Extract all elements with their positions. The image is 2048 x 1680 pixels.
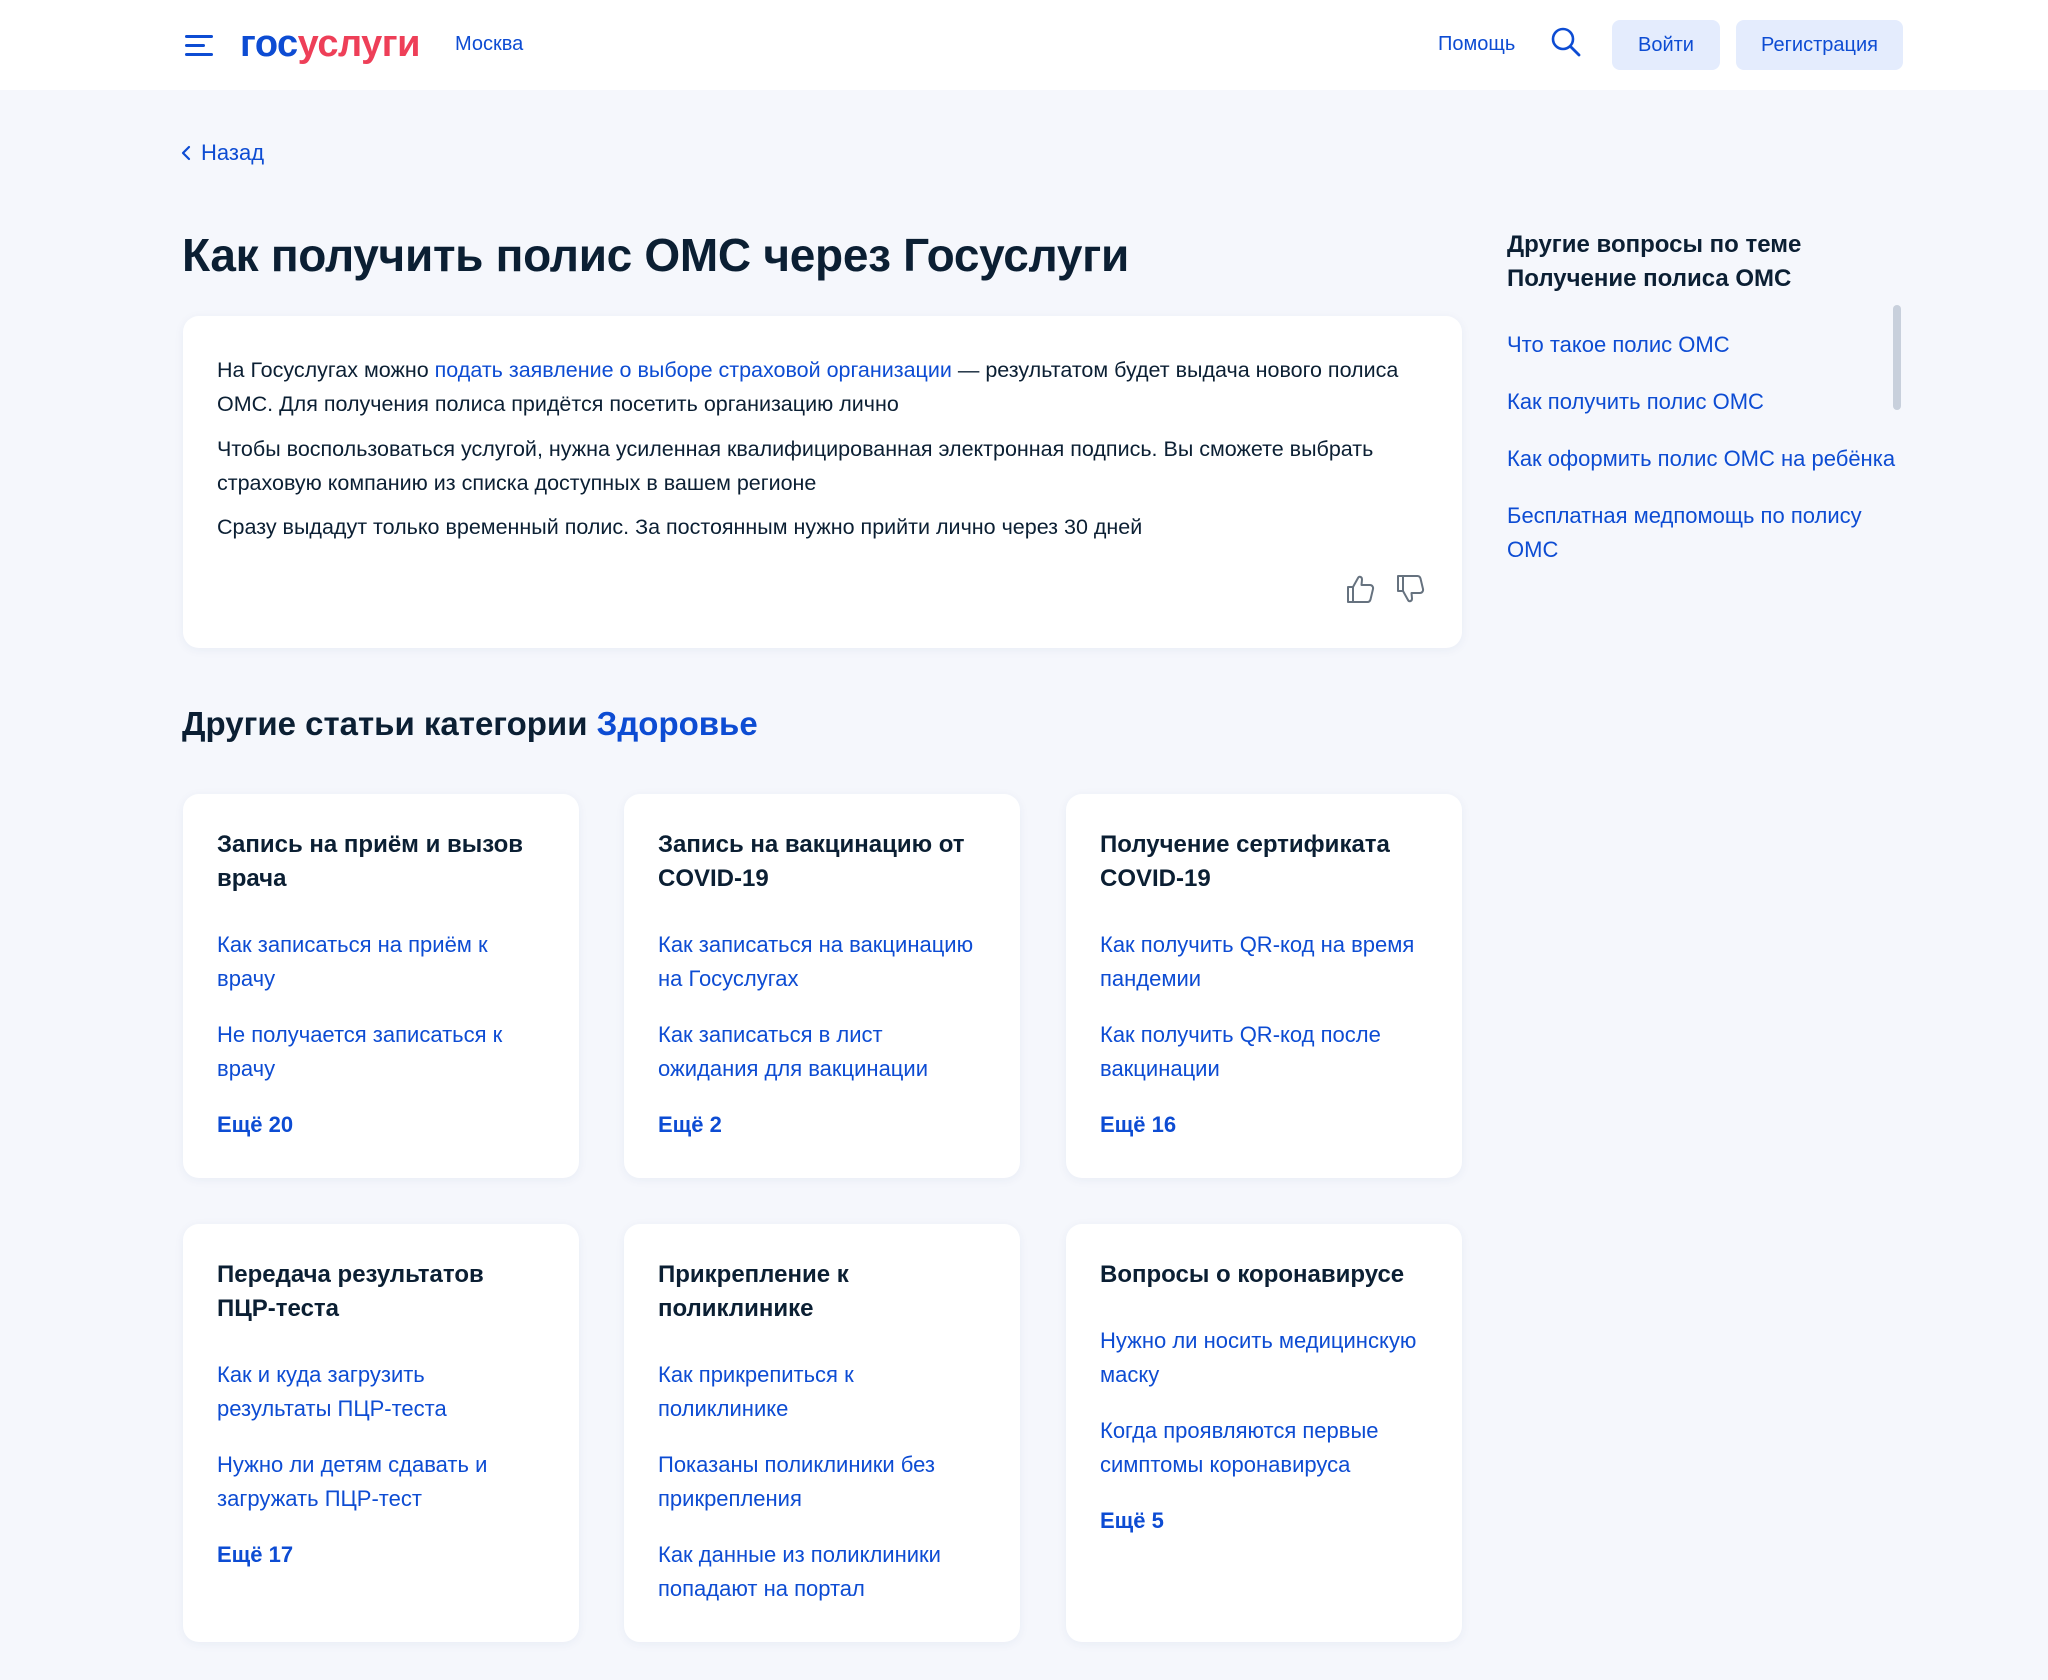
gosuslugi-logo[interactable]: госуслуги — [240, 20, 420, 68]
article-paragraph-3: Сразу выдадут только временный полис. За… — [217, 515, 1143, 539]
card-link[interactable]: Как получить QR-код после вакцинации — [1100, 1018, 1428, 1086]
sidebar-links: Что такое полис ОМС Как получить полис О… — [1507, 328, 1897, 590]
site-header: госуслуги Москва Помощь Войти Регистраци… — [0, 0, 2048, 90]
sidebar-link[interactable]: Как оформить полис ОМС на ребёнка — [1507, 442, 1897, 476]
category-card: Запись на вакцинацию от COVID-19 Как зап… — [624, 794, 1020, 1178]
card-link[interactable]: Как записаться в лист ожидания для вакци… — [658, 1018, 986, 1086]
chevron-left-icon — [181, 145, 191, 161]
card-more-link[interactable]: Ещё 20 — [217, 1108, 545, 1142]
card-title: Запись на вакцинацию от COVID-19 — [658, 831, 965, 892]
section-title: Другие статьи категории Здоровье — [182, 705, 758, 743]
card-link[interactable]: Не получается записаться к врачу — [217, 1018, 545, 1086]
card-title: Вопросы о коронавирусе — [1100, 1261, 1405, 1288]
back-link[interactable]: Назад — [181, 140, 264, 166]
category-card: Передача результатов ПЦР-теста Как и куд… — [183, 1224, 579, 1642]
back-link-label: Назад — [201, 140, 265, 165]
insurance-application-link[interactable]: подать заявление о выборе страховой орга… — [435, 358, 952, 382]
menu-icon[interactable] — [185, 33, 215, 57]
card-more-link[interactable]: Ещё 17 — [217, 1538, 545, 1572]
card-link[interactable]: Когда проявляются первые симптомы корона… — [1100, 1414, 1428, 1482]
card-more-link[interactable]: Ещё 5 — [1100, 1504, 1428, 1538]
card-link[interactable]: Нужно ли детям сдавать и загружать ПЦР-т… — [217, 1448, 545, 1516]
card-link[interactable]: Показаны поликлиники без прикрепления — [658, 1448, 986, 1516]
logo-part-gos: гос — [240, 23, 298, 65]
article-card: На Госуслугах можно подать заявление о в… — [183, 316, 1462, 648]
card-more-link[interactable]: Ещё 2 — [658, 1108, 986, 1142]
sidebar-link[interactable]: Что такое полис ОМС — [1507, 328, 1897, 362]
register-button[interactable]: Регистрация — [1736, 20, 1903, 70]
article-paragraph-2: Чтобы воспользоваться услугой, нужна уси… — [217, 437, 1374, 495]
card-link[interactable]: Как данные из поликлиники попадают на по… — [658, 1538, 986, 1606]
card-link[interactable]: Как получить QR-код на время пандемии — [1100, 928, 1428, 996]
sidebar-title: Другие вопросы по теме Получение полиса … — [1507, 231, 1802, 292]
card-link[interactable]: Как записаться на вакцинацию на Госуслуг… — [658, 928, 986, 996]
search-icon[interactable] — [1550, 26, 1582, 58]
card-title: Прикрепление к поликлинике — [658, 1261, 849, 1322]
sidebar-scrollbar[interactable] — [1893, 305, 1901, 410]
category-card: Вопросы о коронавирусе Нужно ли носить м… — [1066, 1224, 1462, 1642]
card-title: Запись на приём и вызов врача — [217, 831, 524, 892]
city-selector[interactable]: Москва — [455, 33, 523, 56]
category-card: Прикрепление к поликлинике Как прикрепит… — [624, 1224, 1020, 1642]
login-button[interactable]: Войти — [1612, 20, 1720, 70]
sidebar-link[interactable]: Бесплатная медпомощь по полису ОМС — [1507, 499, 1897, 567]
category-card: Получение сертификата COVID-19 Как получ… — [1066, 794, 1462, 1178]
related-questions-sidebar: Другие вопросы по теме Получение полиса … — [1507, 228, 1907, 562]
category-card: Запись на приём и вызов врача Как записа… — [183, 794, 579, 1178]
logo-part-uslugi: услуги — [297, 23, 421, 65]
thumbs-down-icon[interactable] — [1393, 572, 1427, 606]
sidebar-link[interactable]: Как получить полис ОМС — [1507, 385, 1897, 419]
card-link[interactable]: Как записаться на приём к врачу — [217, 928, 545, 996]
card-title: Получение сертификата COVID-19 — [1100, 831, 1390, 892]
page-title: Как получить полис ОМС через Госуслуги — [182, 229, 1129, 281]
thumbs-up-icon[interactable] — [1343, 572, 1377, 606]
section-title-prefix: Другие статьи категории — [182, 705, 597, 742]
category-link[interactable]: Здоровье — [597, 705, 758, 742]
card-link[interactable]: Как и куда загрузить результаты ПЦР-тест… — [217, 1358, 545, 1426]
card-more-link[interactable]: Ещё 16 — [1100, 1108, 1428, 1142]
card-link[interactable]: Нужно ли носить медицинскую маску — [1100, 1324, 1428, 1392]
card-link[interactable]: Как прикрепиться к поликлинике — [658, 1358, 986, 1426]
article-paragraph-1: На Госуслугах можно подать заявление о в… — [217, 353, 1427, 421]
help-link[interactable]: Помощь — [1438, 33, 1515, 56]
card-title: Передача результатов ПЦР-теста — [217, 1261, 484, 1322]
article-text: На Госуслугах можно — [217, 358, 435, 382]
